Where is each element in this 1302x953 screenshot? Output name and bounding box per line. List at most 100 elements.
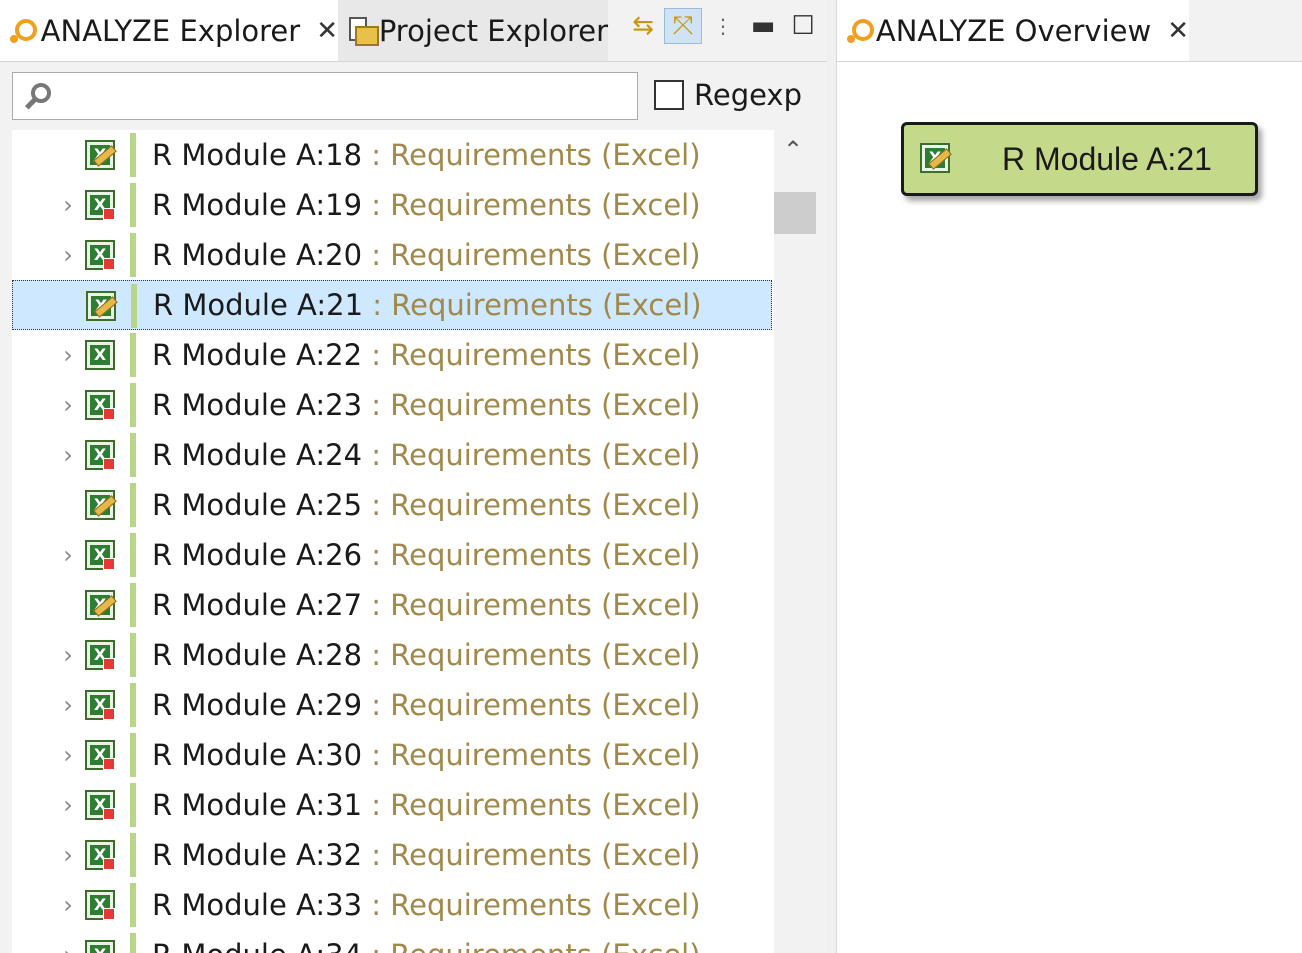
tree-item-label: R Module A:26 : Requirements (Excel) bbox=[152, 538, 701, 572]
tree-row[interactable]: › X R Module A:20 : Requirements (Excel) bbox=[12, 230, 772, 280]
tree-row[interactable]: X R Module A:18 : Requirements (Excel) bbox=[12, 130, 772, 180]
status-bar bbox=[130, 683, 136, 727]
status-bar bbox=[130, 933, 136, 953]
chevron-right-icon[interactable]: › bbox=[58, 841, 78, 869]
excel-linked-icon: X bbox=[85, 540, 115, 570]
item-type: : Requirements (Excel) bbox=[371, 588, 701, 622]
excel-linked-icon: X bbox=[85, 240, 115, 270]
tab-analyze-explorer[interactable]: ANALYZE Explorer ✕ bbox=[0, 0, 338, 61]
tree-item-label: R Module A:27 : Requirements (Excel) bbox=[152, 588, 701, 622]
tree-row[interactable]: › X R Module A:32 : Requirements (Excel) bbox=[12, 830, 772, 880]
excel-edit-icon: X bbox=[85, 590, 117, 620]
tree-row[interactable]: › X R Module A:30 : Requirements (Excel) bbox=[12, 730, 772, 780]
view-menu-icon[interactable]: ⋮ bbox=[704, 8, 742, 44]
analyze-icon bbox=[847, 18, 874, 44]
excel-icon: X bbox=[85, 340, 115, 370]
item-name: R Module A:33 bbox=[152, 888, 363, 922]
chevron-right-icon[interactable]: › bbox=[58, 341, 78, 369]
vertical-scrollbar[interactable]: ⌃ bbox=[774, 130, 816, 953]
overview-node[interactable]: X R Module A:21 bbox=[901, 122, 1258, 196]
tree-row[interactable]: › X R Module A:19 : Requirements (Excel) bbox=[12, 180, 772, 230]
status-bar bbox=[131, 284, 137, 328]
tab-project-explorer[interactable]: Project Explorer bbox=[338, 0, 608, 61]
chevron-right-icon[interactable]: › bbox=[58, 791, 78, 819]
node-label: R Module A:21 bbox=[1002, 141, 1212, 177]
tree-row[interactable]: › X R Module A:26 : Requirements (Excel) bbox=[12, 530, 772, 580]
chevron-right-icon[interactable]: › bbox=[58, 691, 78, 719]
excel-linked-icon: X bbox=[85, 940, 115, 953]
tree-row[interactable]: › X R Module A:28 : Requirements (Excel) bbox=[12, 630, 772, 680]
item-type: : Requirements (Excel) bbox=[371, 888, 701, 922]
maximize-icon[interactable]: ☐ bbox=[784, 8, 822, 44]
tree-row[interactable]: › X R Module A:34 : Requirements (Excel) bbox=[12, 930, 772, 953]
tree-row[interactable]: › X R Module A:31 : Requirements (Excel) bbox=[12, 780, 772, 830]
item-type: : Requirements (Excel) bbox=[371, 638, 701, 672]
folder-icon bbox=[346, 16, 379, 46]
item-name: R Module A:24 bbox=[152, 438, 363, 472]
link-editor-icon[interactable]: ⇆ bbox=[624, 8, 662, 44]
tree-item-label: R Module A:19 : Requirements (Excel) bbox=[152, 188, 701, 222]
excel-linked-icon: X bbox=[85, 440, 115, 470]
tree-row[interactable]: › X R Module A:33 : Requirements (Excel) bbox=[12, 880, 772, 930]
chevron-right-icon[interactable]: › bbox=[58, 641, 78, 669]
status-bar bbox=[130, 733, 136, 777]
regexp-checkbox[interactable] bbox=[654, 80, 684, 110]
tree-row[interactable]: › X R Module A:23 : Requirements (Excel) bbox=[12, 380, 772, 430]
left-tabbar: ANALYZE Explorer ✕ Project Explorer ⇆ ⤧ … bbox=[0, 0, 827, 62]
tree-row[interactable]: X R Module A:21 : Requirements (Excel) bbox=[12, 280, 772, 330]
regexp-toggle[interactable]: Regexp bbox=[654, 78, 802, 112]
close-icon[interactable]: ✕ bbox=[1167, 16, 1189, 46]
item-type: : Requirements (Excel) bbox=[371, 738, 701, 772]
scroll-up-icon[interactable]: ⌃ bbox=[783, 136, 803, 164]
tree-row[interactable]: X R Module A:25 : Requirements (Excel) bbox=[12, 480, 772, 530]
item-type: : Requirements (Excel) bbox=[371, 538, 701, 572]
tab-analyze-overview[interactable]: ANALYZE Overview ✕ bbox=[837, 0, 1189, 61]
item-type: : Requirements (Excel) bbox=[371, 388, 701, 422]
chevron-right-icon[interactable]: › bbox=[58, 741, 78, 769]
collapse-all-icon[interactable]: ⤧ bbox=[664, 8, 702, 44]
close-icon[interactable]: ✕ bbox=[316, 16, 338, 46]
tab-label: ANALYZE Explorer bbox=[40, 13, 301, 48]
chevron-right-icon[interactable]: › bbox=[58, 191, 78, 219]
chevron-right-icon[interactable]: › bbox=[58, 241, 78, 269]
tree-item-label: R Module A:30 : Requirements (Excel) bbox=[152, 738, 701, 772]
chevron-right-icon[interactable]: › bbox=[58, 391, 78, 419]
item-type: : Requirements (Excel) bbox=[372, 288, 702, 322]
tree-row[interactable]: › X R Module A:24 : Requirements (Excel) bbox=[12, 430, 772, 480]
chevron-right-icon[interactable]: › bbox=[58, 441, 78, 469]
status-bar bbox=[130, 383, 136, 427]
minimize-icon[interactable]: ▬ bbox=[744, 8, 782, 44]
item-type: : Requirements (Excel) bbox=[371, 938, 700, 953]
tree-item-label: R Module A:31 : Requirements (Excel) bbox=[152, 788, 701, 822]
item-type: : Requirements (Excel) bbox=[371, 238, 701, 272]
item-name: R Module A:22 bbox=[152, 338, 363, 372]
item-name: R Module A:29 bbox=[152, 688, 363, 722]
tree-item-label: R Module A:21 : Requirements (Excel) bbox=[153, 288, 702, 322]
excel-linked-icon: X bbox=[85, 640, 115, 670]
tree-item-label: R Module A:18 : Requirements (Excel) bbox=[152, 138, 701, 172]
item-type: : Requirements (Excel) bbox=[371, 188, 701, 222]
excel-linked-icon: X bbox=[85, 890, 115, 920]
status-bar bbox=[130, 483, 136, 527]
excel-linked-icon: X bbox=[85, 840, 115, 870]
status-bar bbox=[130, 633, 136, 677]
panel-splitter[interactable] bbox=[827, 0, 836, 953]
item-name: R Module A:31 bbox=[152, 788, 363, 822]
search-input[interactable] bbox=[12, 72, 638, 120]
excel-edit-icon: X bbox=[85, 490, 117, 520]
analyze-overview-panel: ANALYZE Overview ✕ X R Module A:21 bbox=[836, 0, 1302, 953]
status-bar bbox=[130, 233, 136, 277]
tree-row[interactable]: › X R Module A:29 : Requirements (Excel) bbox=[12, 680, 772, 730]
chevron-right-icon[interactable]: › bbox=[58, 891, 78, 919]
item-name: R Module A:21 bbox=[153, 288, 364, 322]
tree-row[interactable]: › X R Module A:22 : Requirements (Excel) bbox=[12, 330, 772, 380]
item-name: R Module A:18 bbox=[152, 138, 363, 172]
tree-row[interactable]: X R Module A:27 : Requirements (Excel) bbox=[12, 580, 772, 630]
excel-linked-icon: X bbox=[85, 690, 115, 720]
explorer-tree: XR Module A:18 : Requirements (Excel)›XR… bbox=[12, 130, 774, 953]
tree-item-label: R Module A:24 : Requirements (Excel) bbox=[152, 438, 701, 472]
status-bar bbox=[130, 183, 136, 227]
chevron-right-icon[interactable]: › bbox=[58, 941, 78, 953]
scroll-thumb[interactable] bbox=[774, 192, 816, 234]
chevron-right-icon[interactable]: › bbox=[58, 541, 78, 569]
